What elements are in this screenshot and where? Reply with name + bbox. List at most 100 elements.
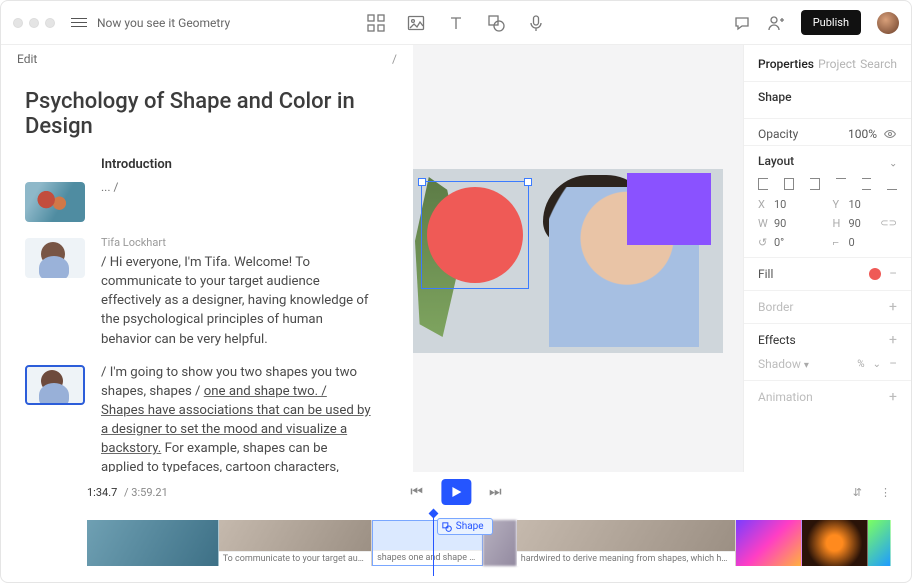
section-border[interactable]: Border + <box>744 290 911 323</box>
timeline-clip-6[interactable] <box>736 520 802 566</box>
text-icon[interactable] <box>447 14 465 32</box>
timeline-clip-7[interactable] <box>802 520 868 566</box>
preview-pane[interactable] <box>413 45 743 472</box>
inspector-panel: Properties Project Search Shape Opacity … <box>743 45 911 472</box>
add-animation-icon[interactable]: + <box>889 389 897 405</box>
shadow-toggle-icon[interactable]: ⌄ <box>873 359 881 370</box>
ellipsis-text: ... / <box>101 180 118 194</box>
tab-search[interactable]: Search <box>860 57 897 71</box>
visibility-eye-icon[interactable] <box>883 127 897 141</box>
timeline[interactable]: To communicate to your target audience..… <box>1 512 911 582</box>
timeline-clip-2[interactable]: To communicate to your target audience..… <box>219 520 372 566</box>
menu-icon[interactable] <box>71 18 87 27</box>
timeline-shape-tag[interactable]: Shape <box>437 518 493 535</box>
section-shadow[interactable]: Shadow ▾ % ⌄ − <box>744 356 911 380</box>
layout-grid-icon[interactable] <box>367 14 385 32</box>
inspector-tabs: Properties Project Search <box>744 45 911 81</box>
opacity-value[interactable]: 100% <box>848 127 877 141</box>
align-right-icon[interactable] <box>810 178 820 190</box>
playback-controls: ⏮ ⏭ <box>410 479 501 505</box>
traffic-max[interactable] <box>45 18 55 28</box>
image-icon[interactable] <box>407 14 425 32</box>
c-label: ⌐ <box>833 236 843 249</box>
h-value[interactable]: 90 <box>849 217 861 230</box>
align-center-h-icon[interactable] <box>784 178 794 190</box>
timeline-clip-8[interactable] <box>868 520 891 566</box>
paragraph-1[interactable]: / Hi everyone, I'm Tifa. Welcome! To com… <box>101 253 371 349</box>
toolbar-center <box>367 14 545 32</box>
r-label: ↺ <box>758 236 768 249</box>
path-divider: / <box>392 52 397 66</box>
timeline-playhead[interactable] <box>433 512 434 576</box>
time-total: 3:59.21 <box>131 486 167 499</box>
block-1: ... / <box>25 180 403 222</box>
align-top-icon[interactable] <box>836 178 846 190</box>
r-value[interactable]: 0° <box>774 236 784 249</box>
play-button[interactable] <box>441 479 471 505</box>
document-title[interactable]: Now you see it Geometry <box>97 16 230 30</box>
effects-label: Effects <box>758 333 796 347</box>
shadow-label: Shadow ▾ <box>758 357 809 371</box>
traffic-close[interactable] <box>13 18 23 28</box>
remove-shadow-icon[interactable]: − <box>889 356 897 372</box>
purple-square-shape[interactable] <box>627 173 711 245</box>
page-title[interactable]: Psychology of Shape and Color in Design <box>25 89 403 139</box>
time-current: 1:34.7 <box>87 486 117 499</box>
timeline-clip-5[interactable]: hardwired to derive meaning from shapes,… <box>517 520 736 566</box>
window-traffic-lights <box>13 18 55 28</box>
add-border-icon[interactable]: + <box>889 299 897 315</box>
section-effects[interactable]: Effects + <box>744 323 911 356</box>
section-fill: Fill − <box>744 257 911 290</box>
transport-bar: 1:34.7 / 3:59.21 ⏮ ⏭ ⇵ ⋮ <box>1 472 911 512</box>
step-back-icon[interactable]: ⏮ <box>410 484 423 500</box>
align-row <box>758 174 897 198</box>
traffic-min[interactable] <box>29 18 39 28</box>
align-center-v-icon[interactable] <box>862 178 872 190</box>
toprow: Edit / <box>11 45 403 73</box>
w-label: W <box>758 217 768 230</box>
share-user-icon[interactable] <box>767 14 785 32</box>
clip-thumb-pool[interactable] <box>25 182 85 222</box>
align-left-icon[interactable] <box>758 178 768 190</box>
chevron-down-icon[interactable]: ⌃ <box>889 156 897 167</box>
shape-label: Shape <box>758 90 792 104</box>
step-forward-icon[interactable]: ⏭ <box>489 484 502 500</box>
y-value[interactable]: 10 <box>849 198 861 211</box>
timeline-clip-1[interactable] <box>87 520 219 566</box>
paragraph-2[interactable]: / I'm going to show you two shapes you t… <box>101 363 371 472</box>
clip-caption-5: hardwired to derive meaning from shapes,… <box>517 551 735 566</box>
shape-icon[interactable] <box>487 14 505 32</box>
section-animation[interactable]: Animation + <box>744 380 911 413</box>
section-layout: Layout⌃ X10 Y10 W90 H90⊂⊃ ↺0° ⌐0 <box>744 145 911 257</box>
edit-label[interactable]: Edit <box>17 52 37 66</box>
fill-swatch[interactable] <box>869 268 881 280</box>
remove-fill-icon[interactable]: − <box>889 266 897 282</box>
timeline-collapse-icon[interactable]: ⇵ <box>853 486 862 499</box>
user-avatar[interactable] <box>877 12 899 34</box>
microphone-icon[interactable] <box>527 14 545 32</box>
layout-fields: X10 Y10 W90 H90⊂⊃ ↺0° ⌐0 <box>758 198 897 249</box>
script-blocks: Introduction ... / Tifa Lockhart / Hi ev… <box>11 157 403 472</box>
publish-button[interactable]: Publish <box>801 10 861 35</box>
tab-project[interactable]: Project <box>818 57 856 71</box>
link-wh-icon[interactable]: ⊂⊃ <box>880 218 897 229</box>
fill-label: Fill <box>758 267 773 281</box>
transport-right: ⇵ ⋮ <box>853 486 891 499</box>
tab-properties[interactable]: Properties <box>758 57 814 71</box>
w-value[interactable]: 90 <box>774 217 786 230</box>
align-bottom-icon[interactable] <box>887 178 897 190</box>
more-icon[interactable]: ⋮ <box>880 486 891 499</box>
border-label: Border <box>758 300 793 314</box>
opacity-row: Opacity 100% <box>744 118 911 145</box>
intro-heading[interactable]: Introduction <box>101 157 403 172</box>
c-value[interactable]: 0 <box>849 236 855 249</box>
x-label: X <box>758 198 768 211</box>
layout-label: Layout <box>758 154 794 168</box>
clip-thumb-tifa-2-selected[interactable] <box>25 365 85 405</box>
shape-selection-box[interactable] <box>421 181 529 289</box>
clip-thumb-tifa-1[interactable] <box>25 238 85 278</box>
add-effect-icon[interactable]: + <box>889 332 897 348</box>
comment-icon[interactable] <box>733 14 751 32</box>
shadow-pct[interactable]: % <box>857 359 864 370</box>
x-value[interactable]: 10 <box>774 198 786 211</box>
